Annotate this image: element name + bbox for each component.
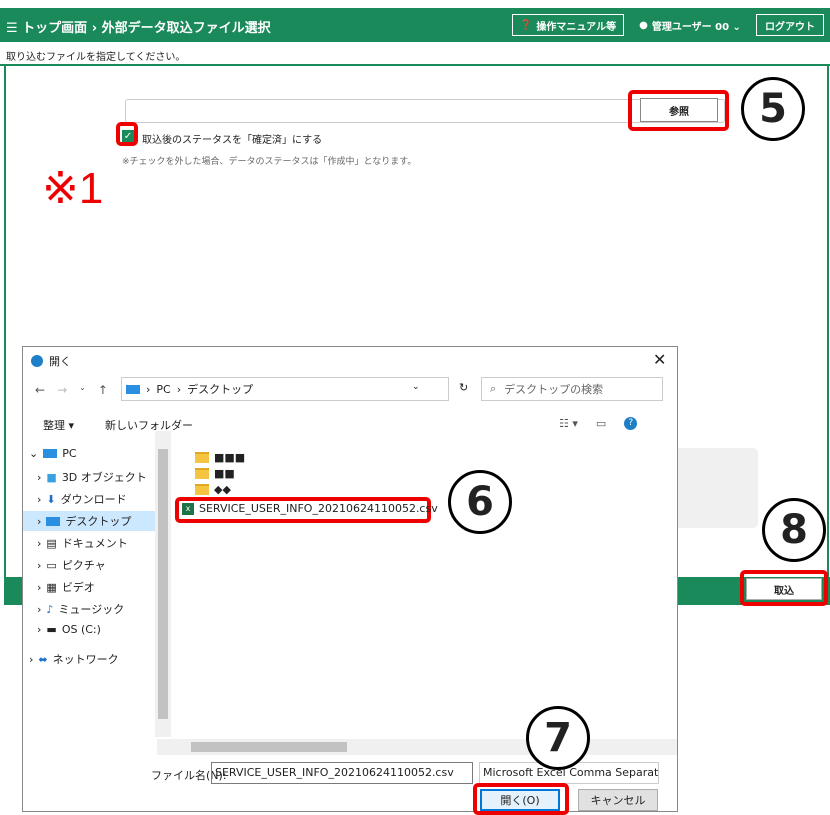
view-options-icon[interactable]: ☷ ▾ xyxy=(559,417,578,430)
network-icon: ⬌ xyxy=(38,652,48,666)
nav-buttons: ← → ⌄ ↑ xyxy=(35,383,108,397)
recent-icon[interactable]: ⌄ xyxy=(79,383,86,397)
dialog-titlebar: 開く xyxy=(31,353,71,369)
collapse-icon: › xyxy=(37,580,42,594)
pc-icon xyxy=(43,449,58,458)
note-mark: ※1 xyxy=(42,164,104,213)
tree-item-videos[interactable]: › ▦ ビデオ xyxy=(37,579,95,595)
checkbox-label: 取込後のステータスを「確定済」にする xyxy=(142,135,323,146)
tree-item-3d[interactable]: › ■ 3D オブジェクト xyxy=(37,469,147,485)
collapse-icon: › xyxy=(37,470,42,484)
app-header: ☰ トップ画面 › 外部データ取込ファイル選択 ❓ 操作マニュアル等 ● 管理ユーザ… xyxy=(0,8,830,42)
tree-item-music[interactable]: › ♪ ミュージック xyxy=(37,601,124,617)
document-icon: ▤ xyxy=(46,536,57,550)
collapse-icon: › xyxy=(29,652,34,666)
frame-right xyxy=(827,64,829,604)
tree-item-network[interactable]: › ⬌ ネットワーク xyxy=(29,651,119,667)
user-menu[interactable]: ● 管理ユーザー 00 ⌄ xyxy=(634,14,746,36)
instruction-bar: 取り込むファイルを指定してください。 xyxy=(0,42,830,66)
file-item-folder1[interactable]: ■■■ xyxy=(195,451,245,464)
path-desktop[interactable]: デスクトップ xyxy=(187,381,253,397)
tree-scrollbar[interactable] xyxy=(155,431,171,737)
cube-icon: ■ xyxy=(46,470,57,484)
step-6-marker: 6 xyxy=(448,470,512,534)
back-icon[interactable]: ← xyxy=(35,383,45,397)
address-bar[interactable]: › PC › デスクトップ ⌄ xyxy=(121,377,449,401)
step-7-marker: 7 xyxy=(526,706,590,770)
h-scroll-thumb[interactable] xyxy=(191,742,347,752)
status-note: ※チェックを外した場合、データのステータスは「作成中」となります。 xyxy=(122,157,417,167)
folder-icon xyxy=(195,452,209,463)
open-button[interactable]: 開く(O) xyxy=(480,789,560,811)
file-item-folder2[interactable]: ■■ xyxy=(195,467,235,480)
cancel-button[interactable]: キャンセル xyxy=(578,789,658,811)
drive-icon: ▬ xyxy=(46,623,57,636)
collapse-icon: › xyxy=(37,492,42,506)
user-icon: ● xyxy=(639,19,648,31)
file-item-folder3[interactable]: ◆◆ xyxy=(195,483,231,496)
forward-icon[interactable]: → xyxy=(57,383,67,397)
download-icon: ⬇ xyxy=(46,492,56,506)
edge-icon xyxy=(31,355,43,367)
tree-item-desktop[interactable]: › デスクトップ xyxy=(23,511,155,531)
music-icon: ♪ xyxy=(46,602,54,616)
horizontal-scrollbar[interactable] xyxy=(157,739,677,755)
search-icon: ⌕ xyxy=(490,382,497,395)
tree-item-os-c[interactable]: › ▬ OS (C:) xyxy=(37,623,101,636)
manual-button[interactable]: ❓ 操作マニュアル等 xyxy=(512,14,624,36)
path-sep2-icon: › xyxy=(176,382,182,396)
collapse-icon: › xyxy=(37,514,42,528)
tree-item-pc[interactable]: ⌄ PC xyxy=(29,447,77,460)
help-icon[interactable]: ? xyxy=(624,417,638,430)
pc-icon xyxy=(126,384,140,394)
breadcrumb: ☰ トップ画面 › 外部データ取込ファイル選択 xyxy=(6,21,271,36)
excel-csv-icon: x xyxy=(182,502,194,515)
close-icon[interactable]: ✕ xyxy=(653,350,666,369)
refresh-icon[interactable]: ↻ xyxy=(459,381,468,394)
picture-icon: ▭ xyxy=(46,558,57,572)
tree-item-pictures[interactable]: › ▭ ピクチャ xyxy=(37,557,106,573)
up-icon[interactable]: ↑ xyxy=(98,383,108,397)
organize-menu[interactable]: 整理 ▾ xyxy=(43,417,74,433)
help-icon: ❓ xyxy=(519,19,533,31)
status-checkbox[interactable]: ✓ xyxy=(122,130,134,142)
tree-item-downloads[interactable]: › ⬇ ダウンロード xyxy=(37,491,127,507)
step-5-marker: 5 xyxy=(741,77,805,141)
folder-icon xyxy=(195,468,209,479)
folder-tree: ⌄ PC › ■ 3D オブジェクト › ⬇ ダウンロード › デスクトップ › ▤ ドキュメン… xyxy=(23,441,173,741)
preview-pane-icon[interactable]: ▭ xyxy=(596,417,606,430)
search-input[interactable]: ⌕ デスクトップの検索 xyxy=(481,377,663,401)
collapse-icon: › xyxy=(37,623,42,636)
instruction-text: 取り込むファイルを指定してください。 xyxy=(6,52,186,63)
collapse-icon: › xyxy=(37,602,42,616)
expand-icon: ⌄ xyxy=(29,447,39,460)
video-icon: ▦ xyxy=(46,580,57,594)
step-8-marker: 8 xyxy=(762,498,826,562)
import-button[interactable]: 取込 xyxy=(746,578,822,600)
address-dropdown-icon[interactable]: ⌄ xyxy=(412,382,420,392)
collapse-icon: › xyxy=(37,558,42,572)
frame-left xyxy=(4,64,6,604)
tree-scroll-thumb[interactable] xyxy=(158,449,168,719)
new-folder-button[interactable]: 新しいフォルダー xyxy=(105,417,193,433)
filename-input[interactable]: SERVICE_USER_INFO_20210624110052.csv xyxy=(211,762,473,784)
collapse-icon: › xyxy=(37,536,42,550)
browse-button[interactable]: 参照 xyxy=(640,98,718,122)
tree-item-documents[interactable]: › ▤ ドキュメント xyxy=(37,535,128,551)
path-sep-icon: › xyxy=(146,382,151,396)
path-pc[interactable]: PC xyxy=(156,383,170,396)
folder-icon xyxy=(195,484,209,495)
view-tools: ☷ ▾ ▭? xyxy=(559,417,638,430)
logout-button[interactable]: ログアウト xyxy=(756,14,824,36)
desktop-icon xyxy=(46,516,61,526)
dialog-title: 開く xyxy=(49,355,71,368)
file-item-csv[interactable]: x SERVICE_USER_INFO_20210624110052.csv xyxy=(182,502,438,515)
